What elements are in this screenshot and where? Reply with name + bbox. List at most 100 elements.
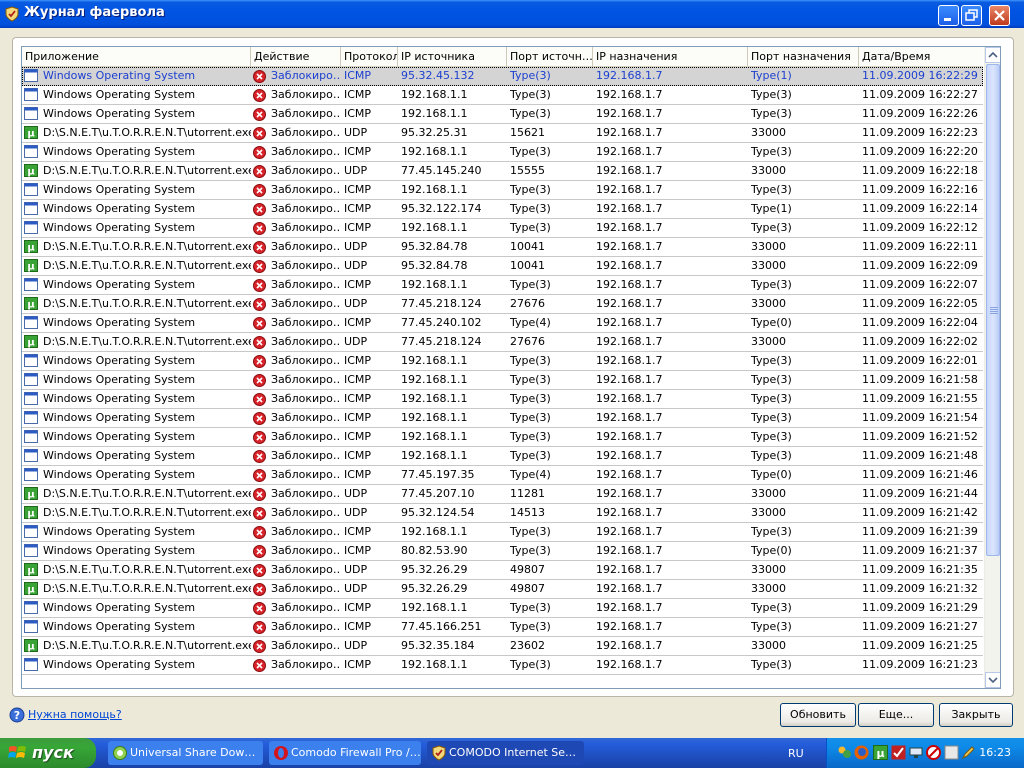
- comodo-tray-icon[interactable]: [891, 745, 906, 760]
- table-row[interactable]: µ D:\S.N.E.T\u.T.O.R.R.E.N.T\utorrent.exe…: [22, 333, 983, 352]
- scroll-down-button[interactable]: [985, 672, 1000, 688]
- table-row[interactable]: Windows Operating System Заблокиро… ICMP 19…: [22, 219, 983, 238]
- start-button[interactable]: пуск: [0, 738, 96, 768]
- cell-action: Заблокиро…: [271, 411, 341, 424]
- table-row[interactable]: µ D:\S.N.E.T\u.T.O.R.R.E.N.T\utorrent.exe…: [22, 124, 983, 143]
- table-row[interactable]: Windows Operating System Заблокиро… ICMP 95…: [22, 67, 983, 86]
- table-row[interactable]: Windows Operating System Заблокиро… ICMP 19…: [22, 143, 983, 162]
- utorrent-icon[interactable]: µ: [873, 745, 888, 760]
- scroll-up-button[interactable]: [985, 47, 1000, 63]
- table-row[interactable]: µ D:\S.N.E.T\u.T.O.R.R.E.N.T\utorrent.exe…: [22, 580, 983, 599]
- svg-text:µ: µ: [27, 338, 35, 349]
- column-header-source-port[interactable]: Порт источн…: [507, 47, 593, 66]
- task-label: Comodo Firewall Pro /…: [291, 746, 421, 759]
- cell-action: Заблокиро…: [271, 240, 341, 253]
- network-icon[interactable]: [909, 745, 924, 760]
- table-row[interactable]: Windows Operating System Заблокиро… ICMP 19…: [22, 390, 983, 409]
- cell-source-port: 14513: [510, 506, 545, 519]
- cell-source-ip: 77.45.218.124: [401, 297, 482, 310]
- cell-datetime: 11.09.2009 16:21:25: [862, 639, 978, 652]
- cell-source-ip: 192.168.1.1: [401, 525, 468, 538]
- cell-action: Заблокиро…: [271, 563, 341, 576]
- clock: 16:23: [979, 746, 1011, 759]
- table-row[interactable]: µ D:\S.N.E.T\u.T.O.R.R.E.N.T\utorrent.exe…: [22, 485, 983, 504]
- start-label: пуск: [32, 743, 74, 762]
- help-icon[interactable]: ?: [9, 707, 25, 723]
- table-row[interactable]: Windows Operating System Заблокиро… ICMP 19…: [22, 276, 983, 295]
- utorrent-icon: µ: [24, 487, 38, 500]
- column-header-source-ip[interactable]: IP источника: [398, 47, 507, 66]
- cell-destination-port: 33000: [751, 506, 786, 519]
- cell-destination-port: Type(3): [751, 354, 792, 367]
- table-row[interactable]: Windows Operating System Заблокиро… ICMP 19…: [22, 181, 983, 200]
- table-row[interactable]: µ D:\S.N.E.T\u.T.O.R.R.E.N.T\utorrent.exe…: [22, 162, 983, 181]
- cell-datetime: 11.09.2009 16:22:20: [862, 145, 978, 158]
- cell-source-ip: 192.168.1.1: [401, 107, 468, 120]
- more-button[interactable]: Еще...: [858, 703, 934, 727]
- table-row[interactable]: µ D:\S.N.E.T\u.T.O.R.R.E.N.T\utorrent.exe…: [22, 295, 983, 314]
- cell-action: Заблокиро…: [271, 183, 341, 196]
- svg-text:µ: µ: [27, 243, 35, 254]
- windows-app-icon: [24, 373, 38, 386]
- cell-action: Заблокиро…: [271, 582, 341, 595]
- table-row[interactable]: Windows Operating System Заблокиро… ICMP 19…: [22, 428, 983, 447]
- help-link[interactable]: Нужна помощь?: [28, 708, 122, 721]
- table-row[interactable]: Windows Operating System Заблокиро… ICMP 77…: [22, 618, 983, 637]
- table-row[interactable]: Windows Operating System Заблокиро… ICMP 19…: [22, 105, 983, 124]
- table-row[interactable]: Windows Operating System Заблокиро… ICMP 77…: [22, 466, 983, 485]
- cell-source-ip: 77.45.166.251: [401, 620, 482, 633]
- firefox-icon[interactable]: [854, 745, 869, 760]
- close-button[interactable]: Закрыть: [939, 703, 1013, 727]
- minimize-button[interactable]: [938, 5, 959, 26]
- column-header-datetime[interactable]: Дата/Время: [859, 47, 983, 66]
- column-header-destination-port[interactable]: Порт назначения: [748, 47, 859, 66]
- cell-protocol: ICMP: [344, 620, 372, 633]
- table-row[interactable]: Windows Operating System Заблокиро… ICMP 19…: [22, 371, 983, 390]
- cell-datetime: 11.09.2009 16:21:29: [862, 601, 978, 614]
- cell-datetime: 11.09.2009 16:21:55: [862, 392, 978, 405]
- column-header-protocol[interactable]: Протокол: [341, 47, 398, 66]
- firewall-log-table[interactable]: Приложение Действие Протокол IP источник…: [21, 46, 1001, 689]
- table-row[interactable]: Windows Operating System Заблокиро… ICMP 19…: [22, 447, 983, 466]
- table-row[interactable]: Windows Operating System Заблокиро… ICMP 77…: [22, 314, 983, 333]
- blocked-icon: [253, 336, 266, 349]
- messenger-icon[interactable]: [837, 745, 852, 760]
- cell-destination-port: Type(3): [751, 620, 792, 633]
- table-row[interactable]: µ D:\S.N.E.T\u.T.O.R.R.E.N.T\utorrent.exe…: [22, 561, 983, 580]
- table-row[interactable]: Windows Operating System Заблокиро… ICMP 19…: [22, 599, 983, 618]
- task-comodo-internet-security[interactable]: COMODO Internet Se…: [427, 741, 584, 765]
- table-row[interactable]: µ D:\S.N.E.T\u.T.O.R.R.E.N.T\utorrent.exe…: [22, 257, 983, 276]
- cell-action: Заблокиро…: [271, 259, 341, 272]
- pencil-icon[interactable]: [961, 745, 976, 760]
- close-window-button[interactable]: [989, 5, 1010, 26]
- table-row[interactable]: µ D:\S.N.E.T\u.T.O.R.R.E.N.T\utorrent.exe…: [22, 637, 983, 656]
- table-row[interactable]: Windows Operating System Заблокиро… ICMP 19…: [22, 352, 983, 371]
- language-indicator[interactable]: RU: [788, 747, 804, 760]
- table-row[interactable]: Windows Operating System Заблокиро… ICMP 19…: [22, 523, 983, 542]
- task-comodo-firewall-pro[interactable]: Comodo Firewall Pro /…: [269, 741, 421, 765]
- task-universal-share[interactable]: Universal Share Dow…: [108, 741, 263, 765]
- table-row[interactable]: Windows Operating System Заблокиро… ICMP 95…: [22, 200, 983, 219]
- table-row[interactable]: Windows Operating System Заблокиро… ICMP 19…: [22, 409, 983, 428]
- column-header-application[interactable]: Приложение: [22, 47, 251, 66]
- antivirus-icon[interactable]: [926, 745, 941, 760]
- table-row[interactable]: Windows Operating System Заблокиро… ICMP 80…: [22, 542, 983, 561]
- chevron-up-icon: [988, 51, 998, 58]
- column-header-action[interactable]: Действие: [251, 47, 341, 66]
- maximize-button[interactable]: [961, 5, 982, 26]
- table-row[interactable]: µ D:\S.N.E.T\u.T.O.R.R.E.N.T\utorrent.exe…: [22, 504, 983, 523]
- refresh-button[interactable]: Обновить: [780, 703, 856, 727]
- table-row[interactable]: Windows Operating System Заблокиро… ICMP 19…: [22, 656, 983, 675]
- cell-protocol: UDP: [344, 335, 368, 348]
- volume-icon[interactable]: [944, 745, 959, 760]
- cell-protocol: ICMP: [344, 658, 372, 671]
- table-row[interactable]: Windows Operating System Заблокиро… ICMP 19…: [22, 86, 983, 105]
- cell-protocol: UDP: [344, 582, 368, 595]
- table-row[interactable]: µ D:\S.N.E.T\u.T.O.R.R.E.N.T\utorrent.exe…: [22, 238, 983, 257]
- cell-action: Заблокиро…: [271, 107, 341, 120]
- scroll-thumb[interactable]: [986, 64, 1000, 556]
- cell-source-port: Type(3): [510, 601, 551, 614]
- cell-protocol: ICMP: [344, 202, 372, 215]
- vertical-scrollbar[interactable]: [984, 47, 1000, 688]
- column-header-destination-ip[interactable]: IP назначения: [593, 47, 748, 66]
